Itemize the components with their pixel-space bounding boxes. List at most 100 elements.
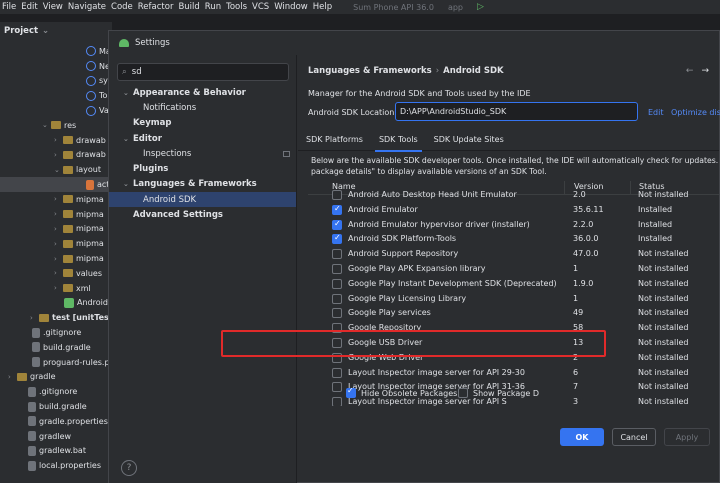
expand-arrow-icon[interactable]: › bbox=[54, 240, 63, 248]
menu-build[interactable]: Build bbox=[176, 2, 202, 12]
settings-tree-item[interactable]: ⌄ Languages & Frameworks bbox=[109, 177, 296, 192]
cancel-button[interactable]: Cancel bbox=[612, 428, 656, 446]
menu-help[interactable]: Help bbox=[311, 2, 335, 12]
settings-tree-item[interactable]: Notifications bbox=[109, 100, 296, 115]
expand-arrow-icon[interactable]: › bbox=[54, 136, 63, 144]
table-row[interactable]: Android Auto Desktop Head Unit Emulator 2… bbox=[308, 188, 719, 203]
help-button[interactable]: ? bbox=[121, 460, 137, 476]
project-tree-item[interactable]: .gitignore bbox=[0, 384, 112, 399]
checkbox-unchecked[interactable] bbox=[458, 388, 468, 398]
menu-edit[interactable]: Edit bbox=[19, 2, 40, 12]
settings-search-input[interactable]: ⌕ sd bbox=[117, 63, 289, 81]
forward-arrow-icon[interactable]: → bbox=[701, 66, 709, 76]
menu-refactor[interactable]: Refactor bbox=[136, 2, 177, 12]
menu-navigate[interactable]: Navigate bbox=[66, 2, 109, 12]
optimize-disk-link[interactable]: Optimize disk bbox=[671, 108, 720, 117]
chevron-down-icon[interactable]: ⌄ bbox=[123, 89, 133, 97]
checkbox-checked[interactable] bbox=[346, 386, 356, 398]
chevron-down-icon[interactable]: ⌄ bbox=[42, 26, 49, 36]
sdk-location-field[interactable]: D:\APP\AndroidStudio_SDK bbox=[395, 102, 638, 121]
table-row[interactable]: Google Play services 49 Not installed bbox=[308, 306, 719, 321]
ok-button[interactable]: OK bbox=[560, 428, 604, 446]
menu-file[interactable]: File bbox=[0, 2, 19, 12]
table-row[interactable]: Layout Inspector image server for API 29… bbox=[308, 366, 719, 381]
device-selector[interactable]: Sum Phone API 36.0 bbox=[353, 3, 434, 12]
apply-button[interactable]: Apply bbox=[664, 428, 710, 446]
expand-arrow-icon[interactable]: › bbox=[54, 284, 63, 292]
expand-arrow-icon[interactable]: ⌄ bbox=[54, 166, 63, 174]
project-tree-item[interactable]: › drawab bbox=[0, 133, 112, 148]
expand-arrow-icon[interactable]: ⌄ bbox=[42, 121, 51, 129]
checkbox-unchecked[interactable] bbox=[332, 308, 342, 319]
expand-arrow-icon[interactable]: › bbox=[30, 314, 39, 322]
settings-tree-item[interactable]: Android SDK bbox=[109, 192, 296, 208]
table-row[interactable]: Android Support Repository 47.0.0 Not inst… bbox=[308, 247, 719, 262]
project-tree-item[interactable]: Tok bbox=[0, 88, 112, 103]
project-tree-item[interactable]: gradlew bbox=[0, 429, 112, 444]
checkbox-unchecked[interactable] bbox=[332, 278, 342, 289]
settings-tree-item[interactable]: Advanced Settings bbox=[109, 207, 296, 222]
project-tree-item[interactable]: build.gradle bbox=[0, 340, 112, 355]
expand-arrow-icon[interactable]: › bbox=[54, 269, 63, 277]
menu-window[interactable]: Window bbox=[272, 2, 311, 12]
expand-arrow-icon[interactable]: › bbox=[54, 195, 63, 203]
project-tree-item[interactable]: › mipma bbox=[0, 251, 112, 266]
run-icon[interactable]: ▷ bbox=[477, 2, 484, 12]
settings-tree-item[interactable]: Plugins bbox=[109, 161, 296, 176]
menu-code[interactable]: Code bbox=[109, 2, 136, 12]
menu-run[interactable]: Run bbox=[203, 2, 224, 12]
checkbox-unchecked[interactable] bbox=[332, 367, 342, 378]
project-tree-item[interactable]: gradle.properties bbox=[0, 414, 112, 429]
tab-sdk-tools[interactable]: SDK Tools bbox=[371, 127, 426, 152]
tab-sdk-update-sites[interactable]: SDK Update Sites bbox=[426, 127, 512, 151]
menu-vcs[interactable]: VCS bbox=[250, 2, 272, 12]
checkbox-unchecked[interactable] bbox=[332, 397, 342, 406]
project-tree-item[interactable]: AndroidM bbox=[0, 296, 112, 311]
checkbox-unchecked[interactable] bbox=[332, 190, 342, 200]
project-tree-item[interactable]: › mipma bbox=[0, 222, 112, 237]
table-row[interactable]: Android Emulator hypervisor driver (inst… bbox=[308, 218, 719, 233]
project-tree-item[interactable]: › gradle bbox=[0, 370, 112, 385]
checkbox-checked[interactable] bbox=[332, 219, 342, 230]
menu-view[interactable]: View bbox=[41, 2, 66, 12]
table-row[interactable]: Google Play Licensing Library 1 Not instal… bbox=[308, 292, 719, 307]
project-tree-item[interactable]: › drawab bbox=[0, 148, 112, 163]
project-tree-item[interactable]: ⌄ layout bbox=[0, 162, 112, 177]
project-tree-item[interactable]: build.gradle bbox=[0, 399, 112, 414]
project-tree-item[interactable]: › values bbox=[0, 266, 112, 281]
show-package-details-checkbox[interactable]: Show Package D bbox=[458, 388, 539, 398]
chevron-down-icon[interactable]: ⌄ bbox=[123, 135, 133, 143]
tab-sdk-platforms[interactable]: SDK Platforms bbox=[298, 127, 371, 151]
settings-tree-item[interactable]: Keymap bbox=[109, 116, 296, 131]
checkbox-unchecked[interactable] bbox=[332, 264, 342, 274]
project-tree-item[interactable]: › mipma bbox=[0, 192, 112, 207]
expand-arrow-icon[interactable]: › bbox=[54, 151, 63, 159]
checkbox-unchecked[interactable] bbox=[332, 382, 342, 393]
chevron-down-icon[interactable]: ⌄ bbox=[123, 180, 133, 188]
project-tree-item[interactable]: local.properties bbox=[0, 458, 112, 473]
checkbox-checked[interactable] bbox=[332, 204, 342, 215]
settings-tree-item[interactable]: Inspections bbox=[109, 146, 296, 161]
project-tree-item[interactable]: ⌄ res bbox=[0, 118, 112, 133]
checkbox-unchecked[interactable] bbox=[332, 249, 342, 260]
hide-obsolete-checkbox[interactable]: Hide Obsolete Packages bbox=[346, 386, 457, 398]
expand-arrow-icon[interactable]: › bbox=[8, 373, 17, 381]
project-pane-title[interactable]: Project ⌄ bbox=[4, 26, 49, 36]
table-row[interactable]: Android Emulator 35.6.11 Installed bbox=[308, 203, 719, 218]
project-tree-item[interactable]: Valu bbox=[0, 103, 112, 118]
expand-arrow-icon[interactable]: › bbox=[54, 225, 63, 233]
settings-tree-item[interactable]: ⌄ Editor bbox=[109, 131, 296, 146]
project-tree-item[interactable]: gradlew.bat bbox=[0, 444, 112, 459]
project-tree-item[interactable]: › test [unitTes bbox=[0, 310, 112, 325]
project-tree-item[interactable]: › mipma bbox=[0, 207, 112, 222]
table-row[interactable]: Google Play APK Expansion library 1 Not in… bbox=[308, 262, 719, 277]
edit-link[interactable]: Edit bbox=[648, 108, 664, 117]
checkbox-checked[interactable] bbox=[332, 233, 342, 245]
project-tree-item[interactable]: syst bbox=[0, 74, 112, 89]
menu-tools[interactable]: Tools bbox=[224, 2, 250, 12]
project-tree-item[interactable]: acti bbox=[0, 177, 112, 192]
table-row[interactable]: Android SDK Platform-Tools 36.0.0 Installe… bbox=[308, 232, 719, 247]
project-tree-item[interactable]: › xml bbox=[0, 281, 112, 296]
expand-arrow-icon[interactable]: › bbox=[54, 210, 63, 218]
project-tree-item[interactable]: .gitignore bbox=[0, 325, 112, 340]
